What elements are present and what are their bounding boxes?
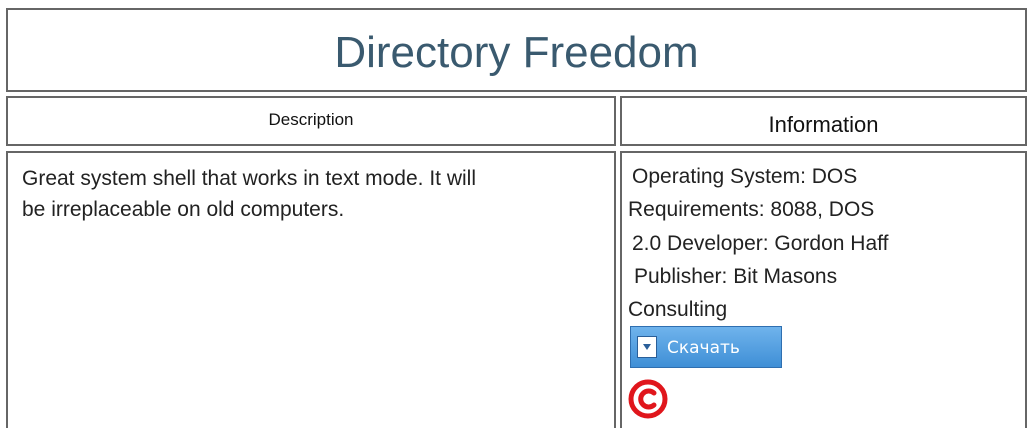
info-requirements: Requirements: 8088, DOS bbox=[628, 198, 875, 221]
information-header-cell: Information bbox=[620, 96, 1027, 146]
description-text: Great system shell that works in text mo… bbox=[22, 167, 476, 221]
description-cell: Great system shell that works in text mo… bbox=[6, 151, 616, 428]
download-button-label: Скачать bbox=[667, 338, 740, 358]
info-operating-system: Operating System: DOS bbox=[632, 165, 858, 188]
information-header: Information bbox=[768, 112, 879, 137]
description-header-cell: Description bbox=[6, 96, 616, 146]
info-developer: 2.0 Developer: Gordon Haff bbox=[632, 232, 889, 255]
download-icon bbox=[637, 336, 657, 358]
copyright-icon bbox=[628, 379, 668, 419]
info-publisher-continued: Consulting bbox=[628, 298, 728, 321]
information-cell: Operating System: DOS Requirements: 8088… bbox=[620, 151, 1027, 428]
download-button[interactable]: Скачать bbox=[630, 326, 782, 368]
info-publisher: Publisher: Bit Masons bbox=[634, 265, 838, 288]
page-title: Directory Freedom bbox=[334, 28, 699, 77]
description-header: Description bbox=[268, 110, 354, 129]
title-panel: Directory Freedom bbox=[6, 8, 1027, 92]
